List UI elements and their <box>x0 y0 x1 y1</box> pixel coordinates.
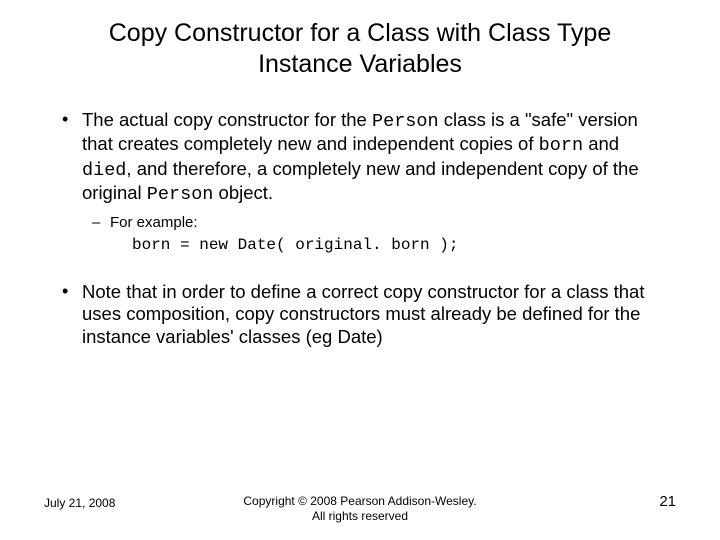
footer-copyright: Copyright © 2008 Pearson Addison-Wesley.… <box>44 494 676 524</box>
bullet-list: The actual copy constructor for the Pers… <box>50 109 670 349</box>
code-line: born = new Date( original. born ); <box>110 235 670 257</box>
sub-label: For example: <box>110 214 198 231</box>
code-run: Person <box>372 111 439 132</box>
code-run: born <box>539 135 583 156</box>
code-run: died <box>82 160 126 181</box>
slide-title: Copy Constructor for a Class with Class … <box>50 18 670 81</box>
sub-list: For example: born = new Date( original. … <box>82 213 670 257</box>
text-run: and <box>583 133 619 154</box>
bullet-item: Note that in order to define a correct c… <box>58 281 670 349</box>
sub-item: For example: born = new Date( original. … <box>88 213 670 257</box>
code-run: Person <box>147 184 214 205</box>
copyright-line: Copyright © 2008 Pearson Addison-Wesley. <box>243 494 476 508</box>
copyright-line: All rights reserved <box>312 509 408 523</box>
bullet-item: The actual copy constructor for the Pers… <box>58 109 670 257</box>
footer-page-number: 21 <box>659 493 676 510</box>
footer-date: July 21, 2008 <box>44 496 115 510</box>
text-run: object. <box>213 182 273 203</box>
slide-footer: July 21, 2008 Copyright © 2008 Pearson A… <box>0 494 720 524</box>
text-run: Note that in order to define a correct c… <box>82 281 644 347</box>
slide: Copy Constructor for a Class with Class … <box>0 0 720 540</box>
text-run: The actual copy constructor for the <box>82 109 372 130</box>
